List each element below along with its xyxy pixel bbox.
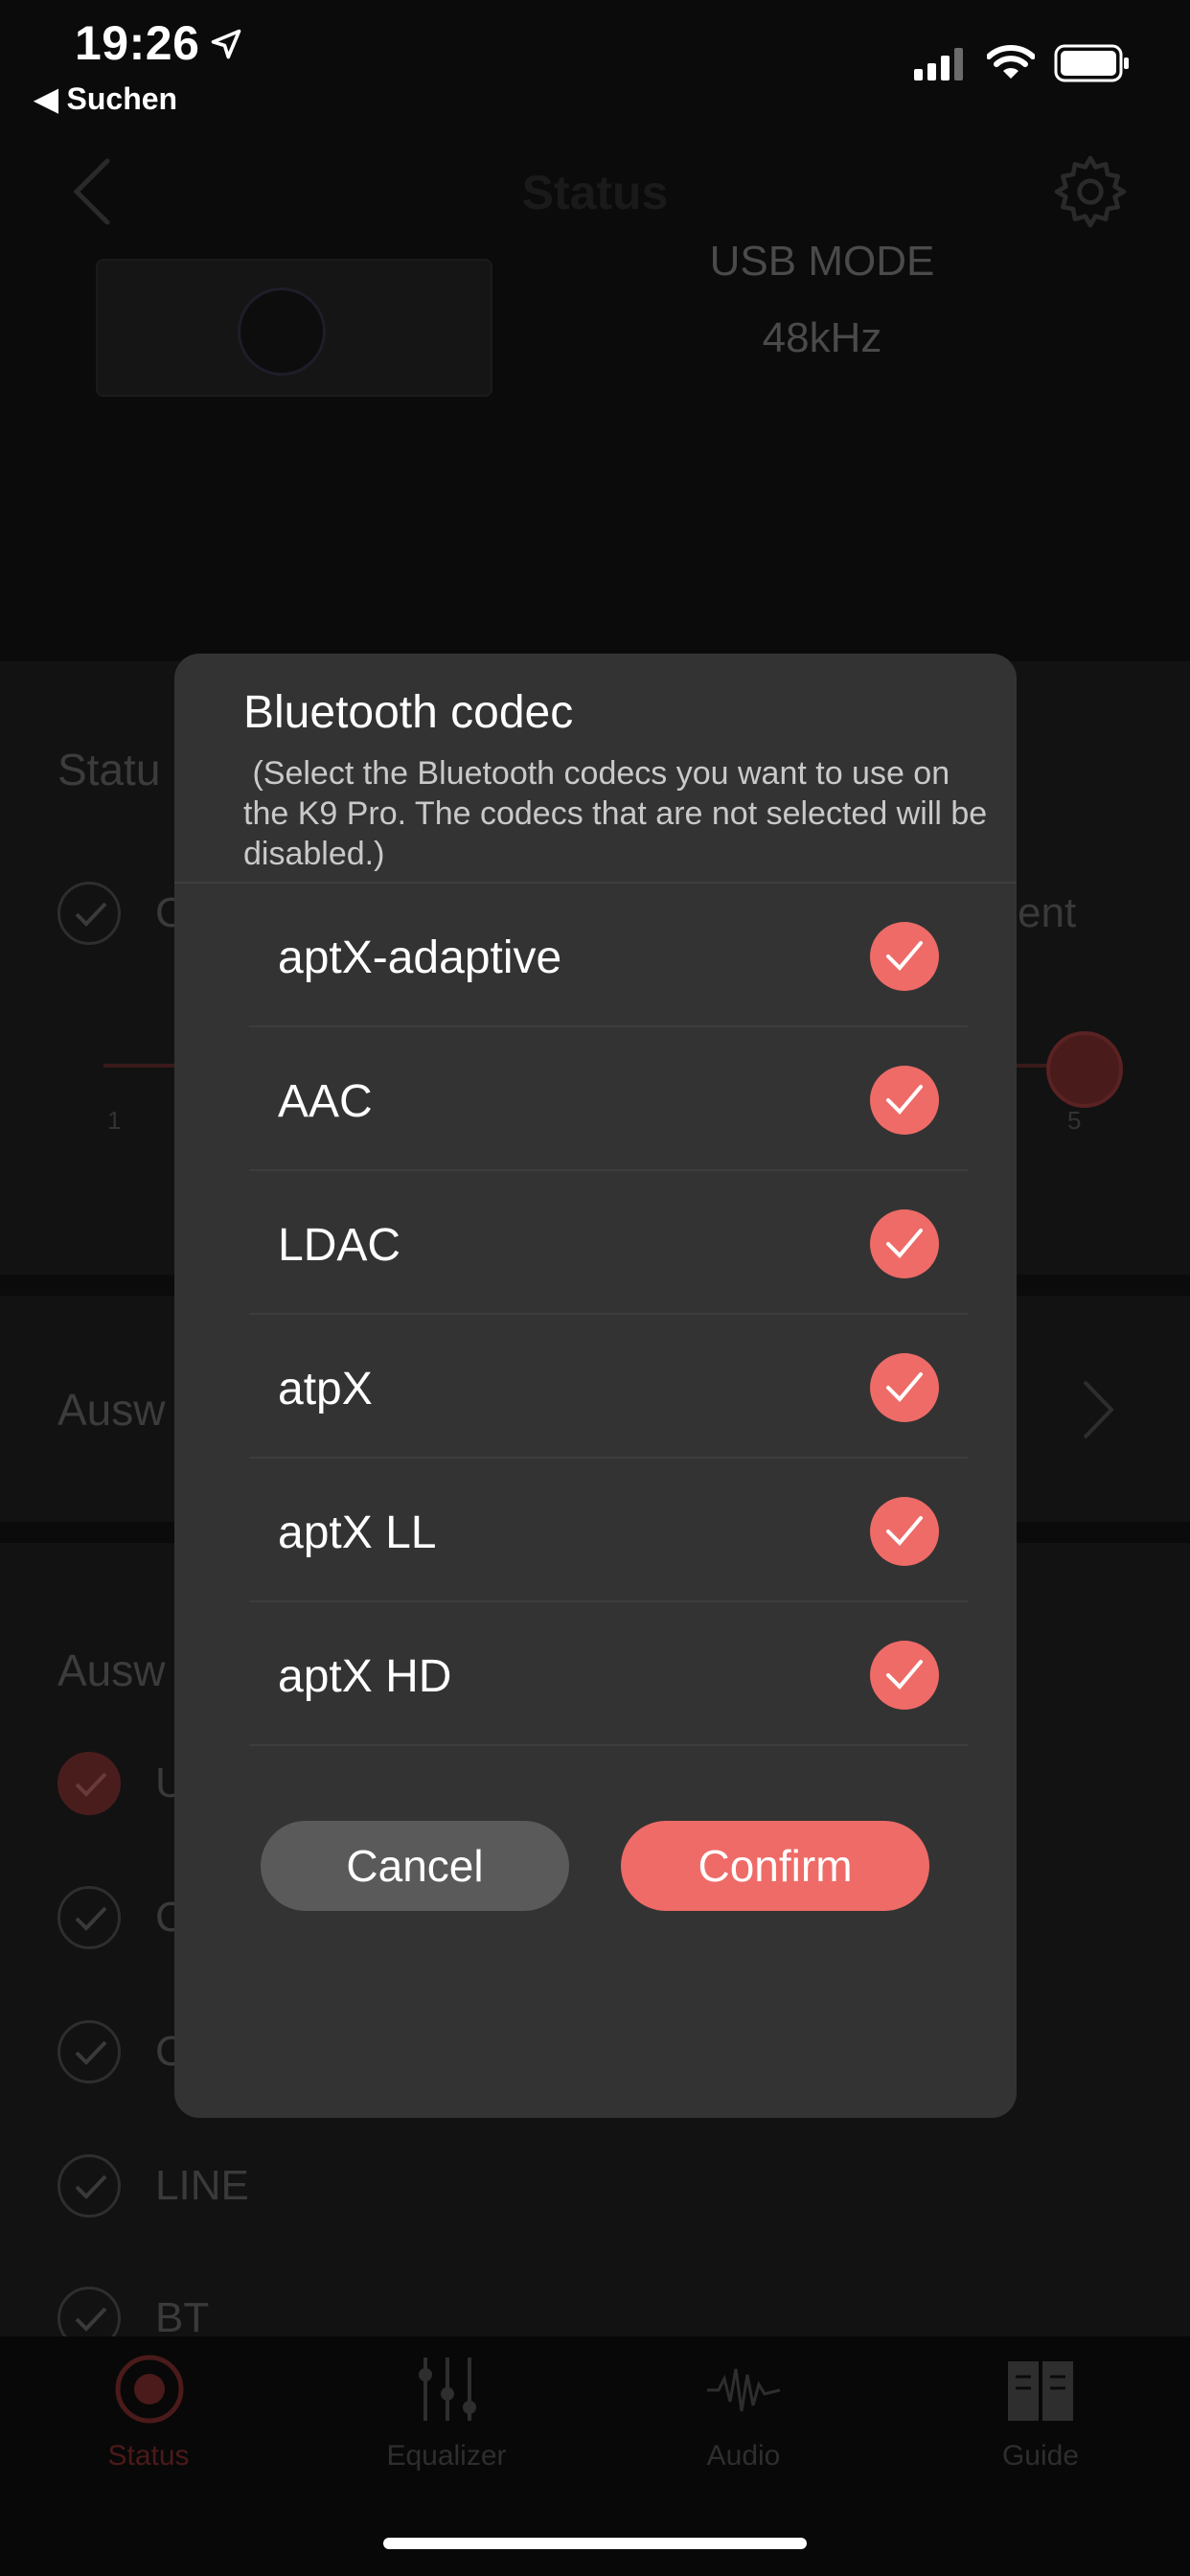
tab-equalizer[interactable]: Equalizer [351, 2354, 542, 2472]
input-checkbox-line[interactable] [57, 2154, 121, 2218]
dialog-description: (Select the Bluetooth codecs you want to… [243, 755, 988, 872]
page-title: Status [521, 166, 669, 219]
home-indicator[interactable] [383, 2538, 807, 2549]
tab-status[interactable]: Status [53, 2354, 244, 2472]
codec-row-aptx-adaptive[interactable]: aptX-adaptive [249, 884, 968, 1027]
wifi-icon [987, 45, 1035, 79]
location-arrow-icon [211, 29, 241, 59]
tab-label-equalizer: Equalizer [386, 2440, 507, 2472]
input-section-label: Ausw [57, 1645, 166, 1695]
option-label-right: ent [1018, 889, 1077, 936]
device-sample-rate: 48kHz [762, 314, 882, 361]
codec-row-aptx-hd[interactable]: aptX HD [249, 1602, 968, 1746]
input-checkbox[interactable] [57, 2020, 121, 2083]
codec-label: aptX HD [278, 1651, 452, 1702]
tab-label-audio: Audio [706, 2440, 781, 2472]
book-icon [1008, 2361, 1073, 2421]
row-divider [249, 1744, 968, 1746]
codec-row-aac[interactable]: AAC [249, 1027, 968, 1171]
codec-label: LDAC [278, 1220, 401, 1271]
confirm-button[interactable]: Confirm [621, 1821, 929, 1911]
codec-label: aptX-adaptive [278, 932, 562, 983]
dialog-title: Bluetooth codec [243, 687, 574, 738]
device-mode: USB MODE [709, 238, 935, 285]
slider-max-label: 5 [1067, 1106, 1082, 1135]
clock: 19:26 [75, 16, 200, 70]
tab-label-guide: Guide [1001, 2440, 1080, 2472]
tab-guide[interactable]: Guide [945, 2354, 1136, 2472]
selection-row-label: Ausw [57, 1385, 166, 1435]
codec-row-atpx[interactable]: atpX [249, 1315, 968, 1459]
input-label-bt: BT [155, 2294, 210, 2341]
status-record-icon [115, 2355, 184, 2424]
status-bar: 19:26 ◀ Suchen [0, 0, 1190, 125]
tab-audio[interactable]: Audio [648, 2354, 839, 2472]
status-section-label: Statu [57, 745, 161, 794]
cancel-button[interactable]: Cancel [261, 1821, 569, 1911]
slider-min-label: 1 [107, 1106, 122, 1135]
gear-icon[interactable] [1052, 153, 1129, 230]
codec-label: AAC [278, 1076, 373, 1127]
checkmark-icon[interactable] [870, 1066, 939, 1135]
chevron-right-icon [1083, 1380, 1114, 1439]
checkmark-icon[interactable] [870, 1497, 939, 1566]
input-checkbox-usb[interactable] [57, 1752, 121, 1815]
battery-icon [1054, 44, 1129, 82]
codec-row-aptx-ll[interactable]: aptX LL [249, 1459, 968, 1602]
slider-thumb[interactable] [1046, 1031, 1123, 1108]
tab-label-status: Status [107, 2440, 190, 2472]
codec-row-ldac[interactable]: LDAC [249, 1171, 968, 1315]
checkmark-icon[interactable] [870, 1641, 939, 1710]
codec-label: aptX LL [278, 1507, 437, 1558]
back-to-search-link[interactable]: ◀ Suchen [34, 80, 177, 117]
bluetooth-codec-dialog: Bluetooth codec (Select the Bluetooth co… [174, 654, 1017, 2118]
checkmark-icon[interactable] [870, 922, 939, 991]
audio-waveform-icon [707, 2368, 781, 2412]
codec-label: atpX [278, 1364, 373, 1414]
input-label-line: LINE [155, 2162, 249, 2209]
checkmark-icon[interactable] [870, 1209, 939, 1278]
equalizer-sliders-icon [419, 2358, 476, 2421]
device-knob-graphic [238, 288, 326, 376]
checkmark-icon[interactable] [870, 1353, 939, 1422]
cellular-signal-icon [914, 48, 963, 80]
option-checkbox[interactable] [57, 882, 121, 945]
input-checkbox[interactable] [57, 1886, 121, 1949]
